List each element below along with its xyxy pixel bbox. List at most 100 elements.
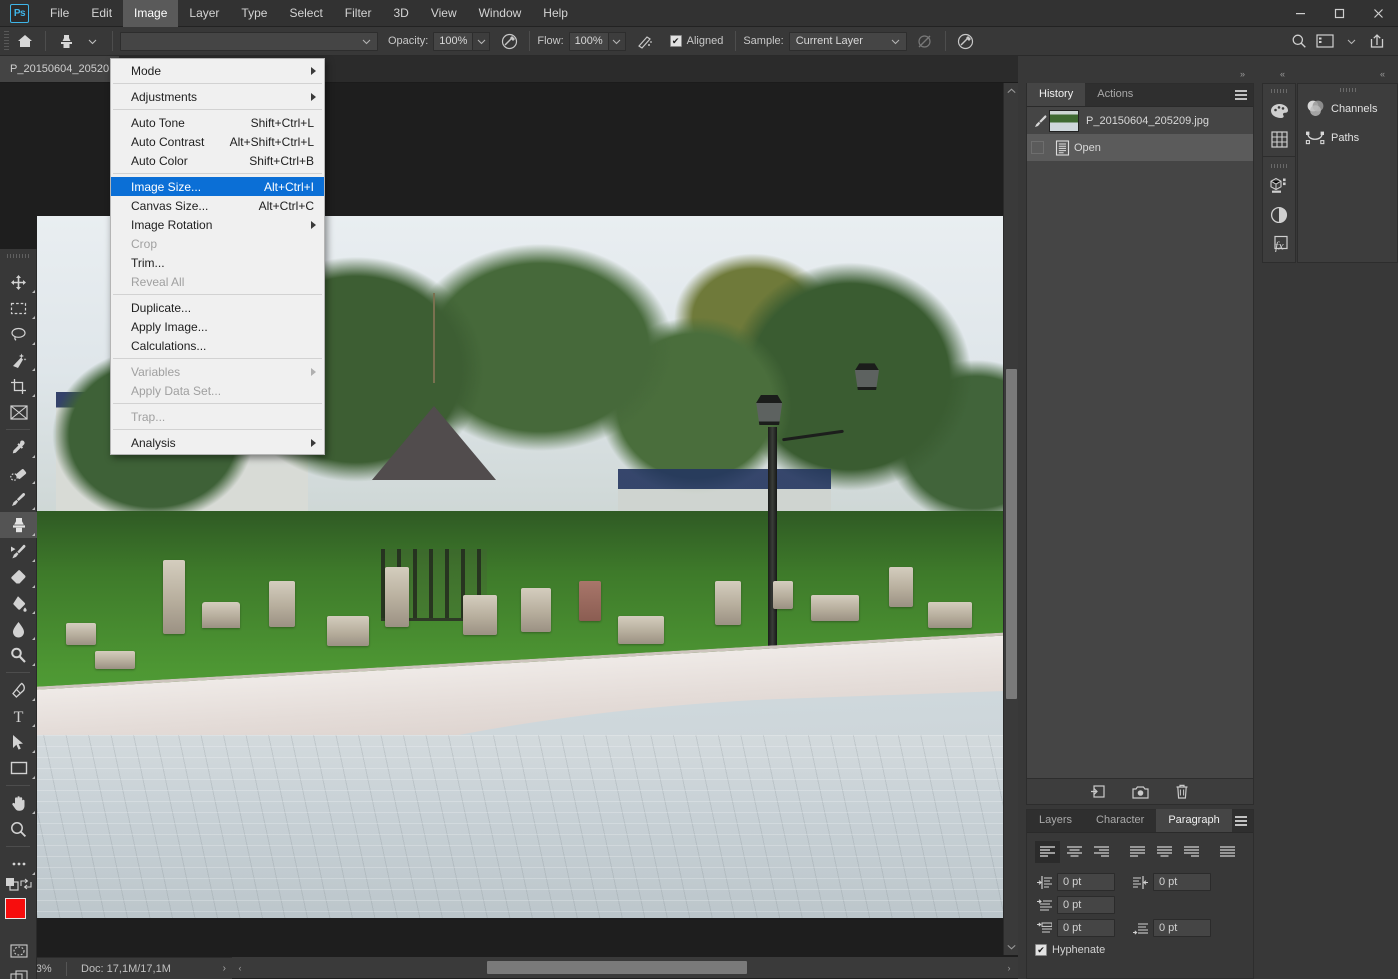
menu-item-adjustments[interactable]: Adjustments bbox=[111, 87, 324, 106]
arrange-chevron-down-icon[interactable] bbox=[1338, 29, 1364, 53]
menu-item-duplicate[interactable]: Duplicate... bbox=[111, 298, 324, 317]
justify-all-button[interactable] bbox=[1215, 841, 1240, 863]
menu-item-auto-color[interactable]: Auto Color Shift+Ctrl+B bbox=[111, 151, 324, 170]
rectangle-tool[interactable] bbox=[0, 755, 37, 781]
scroll-down-arrow-icon[interactable] bbox=[1004, 941, 1019, 953]
brush-preset-picker[interactable] bbox=[120, 31, 378, 51]
adjustments-panel-icon[interactable] bbox=[1263, 200, 1295, 229]
history-dock-expand-icon[interactable]: » bbox=[1240, 69, 1245, 79]
align-left-button[interactable] bbox=[1035, 841, 1060, 863]
menu-help[interactable]: Help bbox=[532, 0, 579, 27]
close-button[interactable] bbox=[1359, 0, 1398, 27]
home-icon[interactable] bbox=[12, 29, 38, 53]
eyedropper-tool[interactable] bbox=[0, 434, 37, 460]
lasso-tool[interactable] bbox=[0, 321, 37, 347]
history-panel-menu-icon[interactable] bbox=[1235, 90, 1247, 101]
default-colors-icon[interactable] bbox=[6, 878, 19, 891]
history-snapshot-row[interactable]: P_20150604_205209.jpg bbox=[1027, 107, 1253, 134]
tab-history[interactable]: History bbox=[1027, 83, 1086, 106]
rectangular-marquee-tool[interactable] bbox=[0, 295, 37, 321]
create-new-snapshot-button[interactable] bbox=[1130, 782, 1150, 802]
space-before-paragraph[interactable] bbox=[1057, 919, 1115, 937]
foreground-color-swatch[interactable] bbox=[5, 898, 26, 919]
image-menu-dropdown[interactable]: Mode Adjustments Auto Tone Shift+Ctrl+L … bbox=[110, 58, 325, 455]
paths-panel-button[interactable]: Paths bbox=[1298, 123, 1397, 152]
history-brush-toggle-checkbox[interactable] bbox=[1031, 141, 1044, 154]
swap-colors-icon[interactable] bbox=[20, 878, 32, 890]
hyphenate-row[interactable]: ✔ Hyphenate bbox=[1035, 944, 1245, 956]
menu-item-mode[interactable]: Mode bbox=[111, 61, 324, 80]
move-tool[interactable] bbox=[0, 269, 37, 295]
brush-tool[interactable] bbox=[0, 486, 37, 512]
flow-chevron-down-icon[interactable] bbox=[608, 31, 626, 51]
justify-last-center-button[interactable] bbox=[1152, 841, 1177, 863]
history-state-row[interactable]: Open bbox=[1027, 134, 1253, 161]
indent-right-margin[interactable] bbox=[1153, 873, 1211, 891]
menu-item-analysis[interactable]: Analysis bbox=[111, 433, 324, 452]
menu-type[interactable]: Type bbox=[230, 0, 278, 27]
options-bar-grip[interactable] bbox=[4, 31, 9, 51]
airbrush-icon[interactable] bbox=[632, 29, 658, 53]
history-brush-source-icon[interactable] bbox=[1031, 114, 1049, 128]
zoom-tool[interactable] bbox=[0, 816, 37, 842]
status-expand-arrow-icon[interactable]: › bbox=[223, 963, 226, 974]
maximize-button[interactable] bbox=[1320, 0, 1359, 27]
tablet-pressure-icon[interactable] bbox=[953, 29, 979, 53]
opacity-input[interactable] bbox=[433, 31, 474, 51]
3d-panel-icon[interactable] bbox=[1263, 171, 1295, 200]
magic-wand-tool[interactable] bbox=[0, 347, 37, 373]
arrange-documents-icon[interactable] bbox=[1312, 29, 1338, 53]
justify-last-left-button[interactable] bbox=[1125, 841, 1150, 863]
clone-stamp-icon[interactable] bbox=[53, 29, 79, 53]
channels-panel-button[interactable]: Channels bbox=[1298, 94, 1397, 123]
menu-filter[interactable]: Filter bbox=[334, 0, 383, 27]
swatches-panel-icon[interactable] bbox=[1263, 125, 1295, 154]
tool-preset-chevron-down-icon[interactable] bbox=[79, 29, 105, 53]
menu-item-trim[interactable]: Trim... bbox=[111, 253, 324, 272]
indent-left-margin[interactable] bbox=[1057, 873, 1115, 891]
hand-tool[interactable] bbox=[0, 790, 37, 816]
gradient-tool[interactable] bbox=[0, 590, 37, 616]
menu-image[interactable]: Image bbox=[123, 0, 179, 27]
quick-mask-icon[interactable] bbox=[0, 938, 37, 964]
menu-file[interactable]: File bbox=[39, 0, 80, 27]
styles-panel-icon[interactable]: fx bbox=[1263, 229, 1295, 258]
menu-item-image-rotation[interactable]: Image Rotation bbox=[111, 215, 324, 234]
scroll-left-arrow-icon[interactable]: ‹ bbox=[234, 960, 246, 975]
screen-mode-icon[interactable] bbox=[0, 964, 37, 979]
type-tool[interactable]: T bbox=[0, 703, 37, 729]
search-icon[interactable] bbox=[1286, 29, 1312, 53]
vertical-scrollbar-thumb[interactable] bbox=[1006, 369, 1017, 699]
eraser-tool[interactable] bbox=[0, 564, 37, 590]
menu-item-calculations[interactable]: Calculations... bbox=[111, 336, 324, 355]
create-document-from-state-button[interactable] bbox=[1088, 782, 1108, 802]
tab-character[interactable]: Character bbox=[1084, 809, 1156, 832]
dodge-tool[interactable] bbox=[0, 642, 37, 668]
color-panel-icon[interactable] bbox=[1263, 96, 1295, 125]
canvas-horizontal-scrollbar[interactable]: ‹ › bbox=[232, 957, 1018, 978]
blur-tool[interactable] bbox=[0, 616, 37, 642]
menu-edit[interactable]: Edit bbox=[80, 0, 123, 27]
rail-grip-1[interactable] bbox=[1271, 89, 1287, 93]
path-selection-tool[interactable] bbox=[0, 729, 37, 755]
paragraph-panel-menu-icon[interactable] bbox=[1235, 816, 1247, 827]
opacity-chevron-down-icon[interactable] bbox=[473, 31, 491, 51]
tab-actions[interactable]: Actions bbox=[1085, 83, 1145, 106]
space-after-paragraph[interactable] bbox=[1153, 919, 1211, 937]
icon-rail-collapse-icon[interactable]: « bbox=[1280, 69, 1285, 79]
align-right-button[interactable] bbox=[1089, 841, 1114, 863]
menu-select[interactable]: Select bbox=[278, 0, 333, 27]
menu-3d[interactable]: 3D bbox=[382, 0, 419, 27]
scroll-up-arrow-icon[interactable] bbox=[1004, 85, 1019, 97]
menu-layer[interactable]: Layer bbox=[178, 0, 230, 27]
channels-panel-grip[interactable] bbox=[1339, 88, 1356, 92]
toolbar-grip[interactable] bbox=[7, 254, 29, 258]
tab-layers[interactable]: Layers bbox=[1027, 809, 1084, 832]
menu-item-auto-tone[interactable]: Auto Tone Shift+Ctrl+L bbox=[111, 113, 324, 132]
opacity-pressure-icon[interactable] bbox=[496, 29, 522, 53]
history-brush-tool[interactable] bbox=[0, 538, 37, 564]
menu-item-apply-image[interactable]: Apply Image... bbox=[111, 317, 324, 336]
channels-dock-collapse-icon[interactable]: « bbox=[1380, 69, 1385, 79]
share-icon[interactable] bbox=[1364, 29, 1390, 53]
indent-first-line[interactable] bbox=[1057, 896, 1115, 914]
